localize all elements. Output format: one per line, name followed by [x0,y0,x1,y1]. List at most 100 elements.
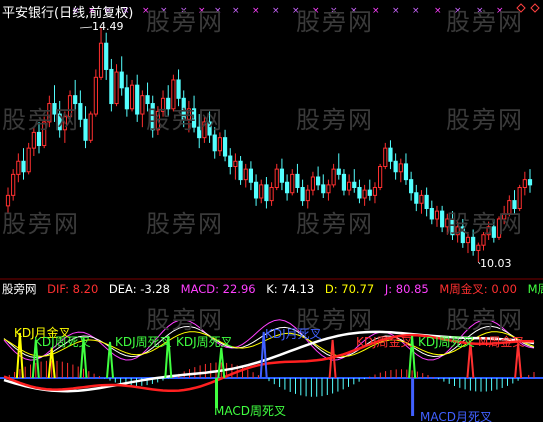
signal-label: KDJ周死叉 [176,335,233,349]
indicator-legend: 股旁网 DIF: 8.20 DEA: -3.28 MACD: 22.96 K: … [2,281,543,297]
legend-d: D: 70.77 [324,282,375,296]
signal-label: KDJ周金叉 [356,335,413,349]
watermark: 股旁网 [446,106,524,134]
candle-body [321,184,326,194]
candle-body [238,160,243,181]
candle-body [88,113,93,141]
candle-body [341,173,347,191]
candle-body [403,163,409,181]
candle-body [11,173,16,196]
candle-body [372,186,378,196]
candle-body [290,173,295,194]
watermark: 股旁网 [146,106,224,134]
candle-body [357,186,362,199]
candle-body [414,192,419,204]
candle-body [212,134,217,152]
candle-body [295,173,300,188]
candle-body [217,137,223,152]
watermark: 股旁网 [296,8,374,36]
candle-body [388,147,393,162]
candle-body [279,168,285,183]
candle-body [140,95,145,115]
candle-body [135,84,140,115]
signal-label: KDJ周死叉 [115,335,172,349]
candle-body [398,163,403,173]
legend-m-golden: M周金叉: 0.00 [439,282,517,296]
legend-dif: DIF: 8.20 [47,282,99,296]
candle-body [284,181,290,194]
chart-title: 平安银行(日线,前复权) [2,6,134,21]
watermark: 股旁网 [146,8,224,36]
candle-body [527,179,533,186]
candle-body [429,207,434,220]
signal-marker: × [232,6,240,16]
signal-marker: × [412,6,420,16]
candle-body [300,186,305,202]
candle-body [93,76,98,115]
candle-body [26,147,31,173]
candle-body [243,168,248,181]
watermark: 股旁网 [146,210,224,238]
candle-body [305,189,310,202]
candle-body [274,168,279,188]
candle-body [21,160,26,173]
macd-death-bar [411,378,415,416]
candle-body [362,189,367,199]
candle-body [98,42,104,78]
legend-j: J: 80.85 [384,282,429,296]
watermark: 股旁网 [446,8,524,36]
candle-body [119,71,124,89]
signal-label: M周金叉 [478,335,525,349]
diamond-marker [530,3,540,13]
chart-stage: × × × × × × × × × × × × × × × × × × × × × × × 平安银行(日线,前复权) 股旁网… [0,0,543,422]
signal-label: MACD月死叉 [420,410,492,422]
candle-body [315,176,321,186]
candle-body [176,79,181,99]
candle-body [424,194,429,209]
candle-body [393,160,398,173]
candle-body [476,244,481,251]
watermark: 股旁网 [446,210,524,238]
watermark: 股旁网 [2,106,80,134]
candle-body [409,179,414,194]
signal-label: MACD周死叉 [214,404,286,418]
watermark: 股旁网 [296,106,374,134]
signal-marker: × [434,6,442,16]
high-price-label: 14.49 [92,20,124,33]
low-price-label: 10.03 [480,257,512,270]
candle-body [310,176,316,191]
candle-body [336,168,341,175]
legend-k: K: 74.13 [266,282,315,296]
candle-body [434,210,440,220]
candle-body [104,42,109,70]
candle-body [352,181,357,188]
candle-body [264,184,269,202]
signal-label: KDJ月死叉 [265,327,322,341]
indicator-name: 股旁网 [2,282,37,296]
candle-body [124,87,129,110]
candle-body [83,118,88,141]
candle-body [347,181,352,191]
candle-body [259,184,264,199]
candle-body [129,84,135,110]
high-leader-line [79,26,93,29]
candle-body [440,210,445,228]
signal-label: KDJ周死叉 [418,335,475,349]
candle-body [253,181,259,199]
signal-marker: × [252,6,260,16]
legend-macd: MACD: 22.96 [180,282,256,296]
signal-label: KDJ周死叉 [34,335,91,349]
signal-marker: × [272,6,280,16]
signal-spike [106,341,114,379]
candle-body [378,166,383,188]
watermark: 股旁网 [146,306,224,334]
candle-body [522,179,527,188]
candle-body [248,168,254,183]
candle-body [326,184,331,194]
watermark: 股旁网 [296,210,374,238]
candle-body [419,194,424,204]
candle-body [222,137,228,157]
signal-spike [328,339,337,379]
candle-body [331,168,336,186]
candle-body [109,68,114,105]
